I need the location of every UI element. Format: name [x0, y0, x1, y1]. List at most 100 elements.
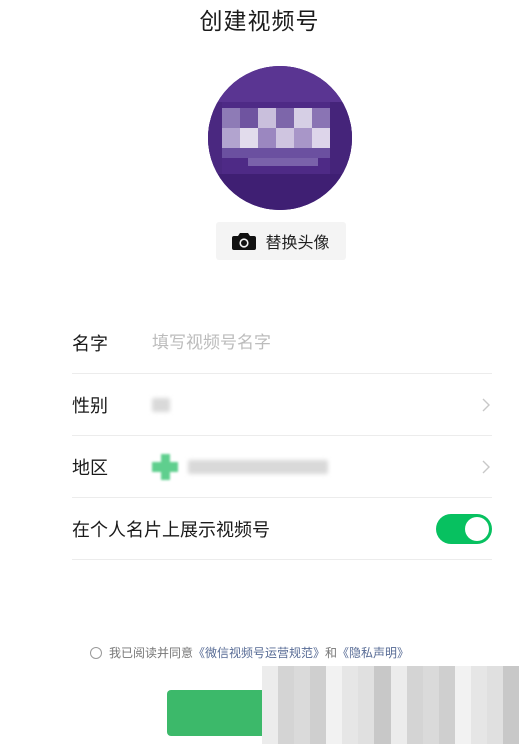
mosaic-cell	[342, 681, 359, 698]
chevron-right-icon	[482, 398, 490, 412]
mosaic-cell	[294, 697, 311, 713]
mosaic-cell	[502, 681, 519, 698]
mosaic-cell	[422, 697, 439, 713]
mosaic-cell	[310, 712, 327, 729]
mosaic-cell	[262, 712, 279, 729]
mosaic-cell	[294, 728, 311, 744]
gender-label: 性别	[72, 396, 108, 417]
mosaic-cell	[326, 697, 343, 713]
region-row[interactable]: 地区	[72, 436, 492, 498]
show-on-card-toggle[interactable]	[436, 514, 492, 544]
mosaic-cell	[326, 681, 343, 698]
mosaic-cell	[294, 666, 311, 682]
mosaic-cell	[502, 666, 519, 682]
region-flag-icon	[152, 454, 178, 480]
mosaic-cell	[342, 712, 359, 729]
agreement: 我已阅读并同意 《微信视频号运营规范》 和 《隐私声明》	[90, 644, 409, 661]
mosaic-cell	[486, 681, 503, 698]
obscured-area	[262, 666, 519, 744]
agreement-prefix: 我已阅读并同意	[109, 646, 194, 660]
mosaic-cell	[358, 666, 375, 682]
mosaic-cell	[486, 697, 503, 713]
mosaic-cell	[470, 666, 487, 682]
mosaic-cell	[470, 681, 487, 698]
mosaic-cell	[278, 697, 295, 713]
gender-row[interactable]: 性别	[72, 374, 492, 436]
mosaic-cell	[326, 666, 343, 682]
mosaic-cell	[454, 712, 471, 729]
page-title: 创建视频号	[199, 9, 320, 35]
name-row: 名字	[72, 312, 492, 374]
mosaic-cell	[454, 666, 471, 682]
mosaic-cell	[390, 697, 407, 713]
region-label: 地区	[72, 458, 108, 479]
operation-norms-link[interactable]: 《微信视频号运营规范》	[193, 644, 325, 661]
mosaic-cell	[406, 681, 423, 698]
mosaic-cell	[406, 666, 423, 682]
avatar[interactable]	[208, 66, 352, 210]
mosaic-cell	[422, 712, 439, 729]
mosaic-cell	[374, 697, 391, 713]
mosaic-cell	[502, 697, 519, 713]
gender-value-obscured	[152, 398, 170, 412]
privacy-link[interactable]: 《隐私声明》	[337, 644, 409, 661]
mosaic-cell	[390, 728, 407, 744]
show-on-card-label: 在个人名片上展示视频号	[72, 520, 270, 541]
mosaic-cell	[454, 728, 471, 744]
mosaic-cell	[310, 666, 327, 682]
mosaic-cell	[438, 681, 455, 698]
mosaic-cell	[374, 666, 391, 682]
mosaic-cell	[262, 681, 279, 698]
name-input[interactable]	[152, 333, 472, 353]
mosaic-cell	[406, 728, 423, 744]
mosaic-cell	[390, 681, 407, 698]
mosaic-cell	[438, 666, 455, 682]
region-value-obscured	[188, 460, 328, 474]
mosaic-cell	[406, 697, 423, 713]
mosaic-cell	[278, 681, 295, 698]
mosaic-cell	[486, 666, 503, 682]
mosaic-cell	[438, 697, 455, 713]
agreement-radio[interactable]	[90, 646, 102, 659]
mosaic-cell	[470, 712, 487, 729]
mosaic-cell	[326, 728, 343, 744]
mosaic-cell	[470, 697, 487, 713]
change-avatar-button[interactable]: 替换头像	[216, 222, 346, 260]
mosaic-cell	[406, 712, 423, 729]
name-label: 名字	[72, 334, 108, 355]
mosaic-cell	[358, 681, 375, 698]
mosaic-cell	[438, 712, 455, 729]
toggle-knob	[465, 517, 489, 541]
mosaic-cell	[310, 681, 327, 698]
change-avatar-label: 替换头像	[265, 233, 330, 252]
mosaic-cell	[470, 728, 487, 744]
mosaic-cell	[502, 712, 519, 729]
mosaic-cell	[278, 666, 295, 682]
mosaic-cell	[422, 728, 439, 744]
mosaic-cell	[278, 728, 295, 744]
mosaic-cell	[342, 697, 359, 713]
mosaic-cell	[342, 728, 359, 744]
mosaic-cell	[390, 666, 407, 682]
mosaic-cell	[358, 697, 375, 713]
mosaic-cell	[502, 728, 519, 744]
mosaic-cell	[390, 712, 407, 729]
camera-icon	[232, 232, 257, 250]
mosaic-cell	[438, 728, 455, 744]
mosaic-cell	[374, 712, 391, 729]
mosaic-cell	[342, 666, 359, 682]
chevron-right-icon	[482, 460, 490, 474]
mosaic-cell	[422, 681, 439, 698]
mosaic-cell	[310, 697, 327, 713]
mosaic-cell	[278, 712, 295, 729]
mosaic-cell	[294, 712, 311, 729]
mosaic-cell	[374, 728, 391, 744]
mosaic-cell	[262, 666, 279, 682]
create-channel-page: 创建视频号 替换头像 名字 填写视频号名字 性别 地区 在个人名片上展示视频号 …	[0, 0, 519, 744]
mosaic-cell	[454, 697, 471, 713]
mosaic-cell	[486, 728, 503, 744]
mosaic-cell	[358, 712, 375, 729]
mosaic-cell	[326, 712, 343, 729]
agreement-conjunction: 和	[325, 646, 338, 660]
mosaic-cell	[262, 728, 279, 744]
